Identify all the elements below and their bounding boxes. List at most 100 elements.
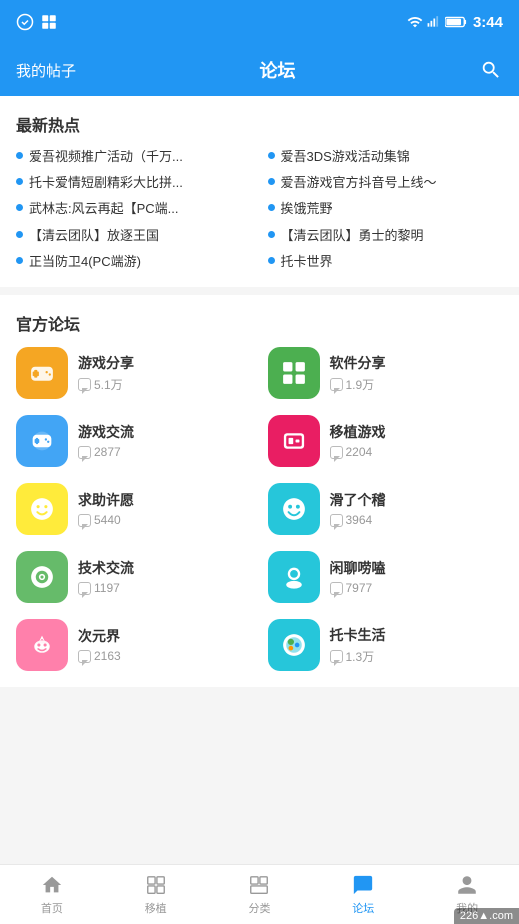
- forum-name: 软件分享: [330, 353, 504, 373]
- hot-item-label: 爱吾3DS游戏活动集锦: [281, 148, 410, 166]
- hot-dot: [268, 257, 275, 264]
- list-item[interactable]: 游戏分享 5.1万: [16, 347, 252, 399]
- nav-label-transplant: 移植: [145, 900, 167, 916]
- nav-item-transplant[interactable]: 移植: [104, 865, 208, 924]
- list-item[interactable]: 次元界 2163: [16, 619, 252, 671]
- forum-info: 游戏交流 2877: [78, 422, 252, 459]
- comment-icon: [78, 650, 91, 663]
- list-item[interactable]: 正当防卫4(PC端游): [16, 253, 252, 271]
- forum-name: 移植游戏: [330, 422, 504, 442]
- forum-icon-jishu: [16, 551, 68, 603]
- time-display: 3:44: [473, 14, 503, 31]
- main-content: 最新热点 爱吾视频推广活动（千万... 爱吾3DS游戏活动集锦 托卡爱情短剧精彩…: [0, 96, 519, 864]
- list-item[interactable]: 游戏交流 2877: [16, 415, 252, 467]
- forum-info: 求助许愿 5440: [78, 490, 252, 527]
- list-item[interactable]: 【清云团队】勇士的黎明: [268, 227, 504, 245]
- nav-label-category: 分类: [248, 900, 270, 916]
- comment-icon: [330, 378, 343, 391]
- forum-info: 托卡生活 1.3万: [330, 625, 504, 665]
- forum-name: 技术交流: [78, 558, 252, 578]
- list-item[interactable]: 武林志:风云再起【PC端...: [16, 200, 252, 218]
- forum-count: 1197: [78, 581, 252, 595]
- header: 我的帖子 论坛: [0, 44, 519, 96]
- list-item[interactable]: 托卡生活 1.3万: [268, 619, 504, 671]
- comment-icon: [330, 446, 343, 459]
- hot-dot: [16, 152, 23, 159]
- list-item[interactable]: 闲聊唠嗑 7977: [268, 551, 504, 603]
- forum-icon-yizhi: [268, 415, 320, 467]
- status-bar: 3:44: [0, 0, 519, 44]
- watermark-text: 226▲.com: [460, 910, 513, 922]
- forum-icon-youxijiaoliu: [16, 415, 68, 467]
- list-item[interactable]: 爱吾3DS游戏活动集锦: [268, 148, 504, 166]
- hot-item-label: 【清云团队】勇士的黎明: [281, 227, 424, 245]
- list-item[interactable]: 技术交流 1197: [16, 551, 252, 603]
- nav-label-home: 首页: [41, 900, 63, 916]
- forum-icon-xianliao: [268, 551, 320, 603]
- forum-count: 1.3万: [330, 648, 504, 665]
- forum-info: 滑了个稽 3964: [330, 490, 504, 527]
- list-item[interactable]: 软件分享 1.9万: [268, 347, 504, 399]
- list-item[interactable]: 爱吾视频推广活动（千万...: [16, 148, 252, 166]
- list-item[interactable]: 滑了个稽 3964: [268, 483, 504, 535]
- list-item[interactable]: 求助许愿 5440: [16, 483, 252, 535]
- nav-label-forum: 论坛: [352, 900, 374, 916]
- hot-item-label: 爱吾视频推广活动（千万...: [29, 148, 183, 166]
- forum-info: 技术交流 1197: [78, 558, 252, 595]
- forum-info: 移植游戏 2204: [330, 422, 504, 459]
- hot-dot: [16, 204, 23, 211]
- hot-item-label: 挨饿荒野: [281, 200, 333, 218]
- signal-icon: [427, 15, 441, 29]
- forum-count: 5.1万: [78, 376, 252, 393]
- nav-item-category[interactable]: 分类: [208, 865, 312, 924]
- forum-count: 2877: [78, 445, 252, 459]
- wifi-icon: [407, 14, 423, 30]
- forum-count: 1.9万: [330, 376, 504, 393]
- forum-info: 闲聊唠嗑 7977: [330, 558, 504, 595]
- forum-name: 次元界: [78, 626, 252, 646]
- forum-count: 2204: [330, 445, 504, 459]
- hot-topics-grid: 爱吾视频推广活动（千万... 爱吾3DS游戏活动集锦 托卡爱情短剧精彩大比拼..…: [16, 148, 503, 271]
- forum-icon-qiuzhu: [16, 483, 68, 535]
- comment-icon: [78, 378, 91, 391]
- hot-item-label: 正当防卫4(PC端游): [29, 253, 141, 271]
- forum-icon-tuoka: [268, 619, 320, 671]
- comment-icon: [78, 582, 91, 595]
- comment-icon: [330, 582, 343, 595]
- hot-dot: [268, 231, 275, 238]
- forum-info: 次元界 2163: [78, 626, 252, 663]
- transplant-icon: [144, 873, 168, 897]
- forum-section: 官方论坛 游戏分享: [0, 295, 519, 687]
- hot-dot: [268, 178, 275, 185]
- my-posts-link[interactable]: 我的帖子: [16, 60, 76, 81]
- forum-name: 求助许愿: [78, 490, 252, 510]
- forum-icon-youxi: [16, 347, 68, 399]
- forum-name: 滑了个稽: [330, 490, 504, 510]
- hot-topics-section: 最新热点 爱吾视频推广活动（千万... 爱吾3DS游戏活动集锦 托卡爱情短剧精彩…: [0, 96, 519, 287]
- list-item[interactable]: 挨饿荒野: [268, 200, 504, 218]
- watermark: 226▲.com: [454, 908, 519, 924]
- forum-count: 2163: [78, 649, 252, 663]
- forum-grid: 游戏分享 5.1万 软: [16, 347, 503, 671]
- forum-icon-ciyuan: [16, 619, 68, 671]
- nav-item-home[interactable]: 首页: [0, 865, 104, 924]
- forum-count: 5440: [78, 513, 252, 527]
- nav-item-forum[interactable]: 论坛: [311, 865, 415, 924]
- list-item[interactable]: 爱吾游戏官方抖音号上线～: [268, 174, 504, 192]
- list-item[interactable]: 【清云团队】放逐王国: [16, 227, 252, 245]
- hot-dot: [268, 204, 275, 211]
- hot-dot: [268, 152, 275, 159]
- status-bar-right-icons: 3:44: [407, 14, 503, 31]
- hot-item-label: 托卡世界: [281, 253, 333, 271]
- list-item[interactable]: 托卡世界: [268, 253, 504, 271]
- list-item[interactable]: 移植游戏 2204: [268, 415, 504, 467]
- search-icon: [480, 59, 502, 81]
- list-item[interactable]: 托卡爱情短剧精彩大比拼...: [16, 174, 252, 192]
- search-button[interactable]: [479, 58, 503, 82]
- page-title: 论坛: [260, 57, 296, 83]
- status-bar-left-icons: [16, 13, 58, 31]
- forum-info: 软件分享 1.9万: [330, 353, 504, 393]
- comment-icon: [330, 514, 343, 527]
- home-icon: [40, 873, 64, 897]
- hot-item-label: 【清云团队】放逐王国: [29, 227, 159, 245]
